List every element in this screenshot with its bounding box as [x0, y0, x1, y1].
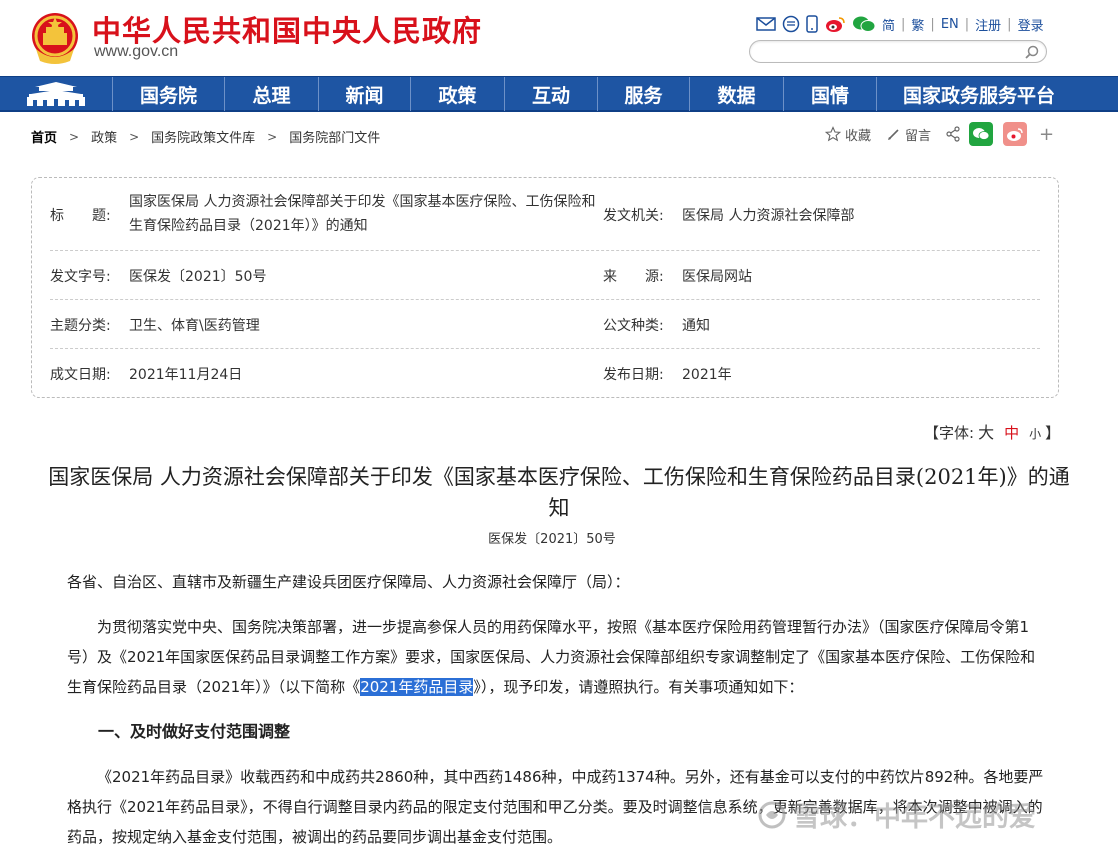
separator: | — [930, 16, 935, 32]
nav-item-news[interactable]: 新闻 — [318, 77, 410, 111]
article-greeting: 各省、自治区、直辖市及新疆生产建设兵团医疗保障局、人力资源社会保障厅（局）： — [67, 573, 630, 591]
nav-item-premier[interactable]: 总理 — [224, 77, 318, 111]
favorite-button[interactable]: 收藏 — [825, 125, 871, 144]
weibo-share-button[interactable] — [1003, 122, 1028, 146]
nav-item-state-council[interactable]: 国务院 — [112, 77, 224, 111]
separator: | — [901, 16, 906, 32]
doctype-label: 公文种类: — [603, 318, 664, 334]
font-size-small-button[interactable]: 小 — [1029, 425, 1041, 442]
document-info-box: 标 题: 国家医保局 人力资源社会保障部关于印发《国家基本医疗保险、工伤保险和生… — [31, 177, 1059, 398]
share-icon[interactable] — [945, 126, 961, 142]
search-icon[interactable] — [1024, 44, 1040, 60]
phone-icon[interactable] — [806, 15, 818, 33]
chevron-right-icon: > — [129, 129, 140, 144]
nav-home[interactable] — [0, 77, 112, 111]
comment-button[interactable]: 留言 — [887, 125, 931, 144]
breadcrumb-department-docs[interactable]: 国务院部门文件 — [289, 127, 380, 146]
breadcrumb-home[interactable]: 首页 — [31, 127, 57, 146]
nav-item-interaction[interactable]: 互动 — [504, 77, 597, 111]
source-label: 来 源: — [603, 269, 664, 285]
title-label: 标 题: — [50, 208, 111, 224]
source-value: 医保局网站 — [682, 269, 752, 285]
pencil-icon — [888, 129, 899, 140]
english-link[interactable]: EN — [941, 17, 959, 32]
font-size-switch: 【字体: 大 中 小 】 — [924, 419, 1060, 443]
paragraph-1-text-end: 》），现予印发，请遵照执行。有关事项通知如下： — [473, 678, 804, 696]
simplified-link[interactable]: 简 — [882, 15, 895, 34]
star-icon — [825, 126, 841, 142]
wechat-icon[interactable] — [852, 15, 876, 33]
article-paragraph-1: 为贯彻落实党中央、国务院决策部署，进一步提高参保人员的用药保障水平，按照《基本医… — [67, 612, 1047, 702]
font-size-close: 】 — [1045, 424, 1061, 442]
register-link[interactable]: 注册 — [975, 15, 1001, 34]
separator: | — [964, 16, 970, 32]
national-emblem-icon[interactable] — [30, 9, 80, 65]
info-row-docno: 发文字号: 医保发〔2021〕50号 来 源: 医保局网站 — [50, 251, 1040, 300]
mail-icon[interactable] — [756, 16, 776, 32]
info-row-dates: 成文日期: 2021年11月24日 发布日期: 2021年 — [50, 349, 1040, 397]
breadcrumb-policy[interactable]: 政策 — [91, 127, 117, 146]
issuer-value: 医保局 人力资源社会保障部 — [682, 208, 855, 224]
docno-value: 医保发〔2021〕50号 — [129, 269, 267, 285]
breadcrumb-policy-library[interactable]: 国务院政策文件库 — [151, 127, 255, 146]
favorite-label: 收藏 — [845, 128, 872, 144]
section-heading-1: 一、及时做好支付范围调整 — [98, 722, 291, 741]
site-url[interactable]: www.gov.cn — [94, 43, 178, 61]
highlighted-text[interactable]: 2021年药品目录 — [360, 678, 474, 696]
issuer-label: 发文机关: — [603, 208, 664, 224]
tiananmen-icon — [27, 82, 85, 106]
weibo-icon[interactable] — [824, 15, 846, 33]
main-nav: 国务院 总理 新闻 政策 互动 服务 数据 国情 国家政务服务平台 — [0, 76, 1118, 112]
breadcrumb: 首页 > 政策 > 国务院政策文件库 > 国务院部门文件 — [31, 127, 380, 147]
wechat-share-button[interactable] — [969, 122, 994, 146]
nav-item-policy[interactable]: 政策 — [410, 77, 504, 111]
nav-item-services[interactable]: 服务 — [597, 77, 689, 111]
chevron-right-icon: > — [267, 129, 278, 144]
topic-value: 卫生、体育\医药管理 — [129, 318, 260, 334]
doctype-value: 通知 — [682, 318, 710, 334]
separator: | — [1007, 16, 1012, 32]
chevron-right-icon: > — [69, 129, 80, 144]
chat-icon[interactable] — [782, 15, 800, 33]
info-row-topic: 主题分类: 卫生、体育\医药管理 公文种类: 通知 — [50, 300, 1040, 349]
weibo-icon — [1007, 127, 1023, 141]
nav-item-national-info[interactable]: 国情 — [783, 77, 876, 111]
search-input[interactable] — [760, 43, 1020, 60]
traditional-link[interactable]: 繁 — [911, 15, 924, 34]
font-size-medium-button[interactable]: 中 — [1004, 422, 1019, 443]
info-row-title: 标 题: 国家医保局 人力资源社会保障部关于印发《国家基本医疗保险、工伤保险和生… — [50, 178, 1040, 251]
published-date-label: 发布日期: — [603, 367, 664, 383]
watermark: 雪球：中年不远的爱 — [757, 795, 1036, 834]
snowball-logo-icon — [758, 801, 786, 828]
watermark-text: 雪球：中年不远的爱 — [793, 802, 1036, 833]
published-date-value: 2021年 — [682, 367, 732, 383]
font-size-open: 【字体: — [924, 424, 975, 442]
article-title: 国家医保局 人力资源社会保障部关于印发《国家基本医疗保险、工伤保险和生育保险药品… — [48, 465, 1070, 520]
login-link[interactable]: 登录 — [1018, 15, 1044, 34]
more-share-icon[interactable]: + — [1039, 124, 1054, 145]
created-date-value: 2021年11月24日 — [129, 367, 243, 383]
article-doc-number: 医保发〔2021〕50号 — [488, 532, 616, 547]
nav-item-data[interactable]: 数据 — [689, 77, 783, 111]
comment-label: 留言 — [905, 128, 932, 144]
top-links: 简 | 繁 | EN | 注册 | 登录 — [756, 13, 1044, 35]
title-value: 国家医保局 人力资源社会保障部关于印发《国家基本医疗保险、工伤保险和生育保险药品… — [129, 194, 596, 234]
topic-label: 主题分类: — [50, 318, 111, 334]
docno-label: 发文字号: — [50, 269, 111, 285]
wechat-icon — [973, 128, 990, 140]
search-box — [749, 40, 1047, 63]
page-tools: 收藏 留言 + — [825, 122, 1054, 146]
site-header: 中华人民共和国中央人民政府 www.gov.cn 简 | 繁 | EN | 注册… — [0, 0, 1118, 76]
font-size-large-button[interactable]: 大 — [978, 419, 994, 443]
nav-item-gov-service-platform[interactable]: 国家政务服务平台 — [876, 77, 1118, 111]
created-date-label: 成文日期: — [50, 367, 111, 383]
